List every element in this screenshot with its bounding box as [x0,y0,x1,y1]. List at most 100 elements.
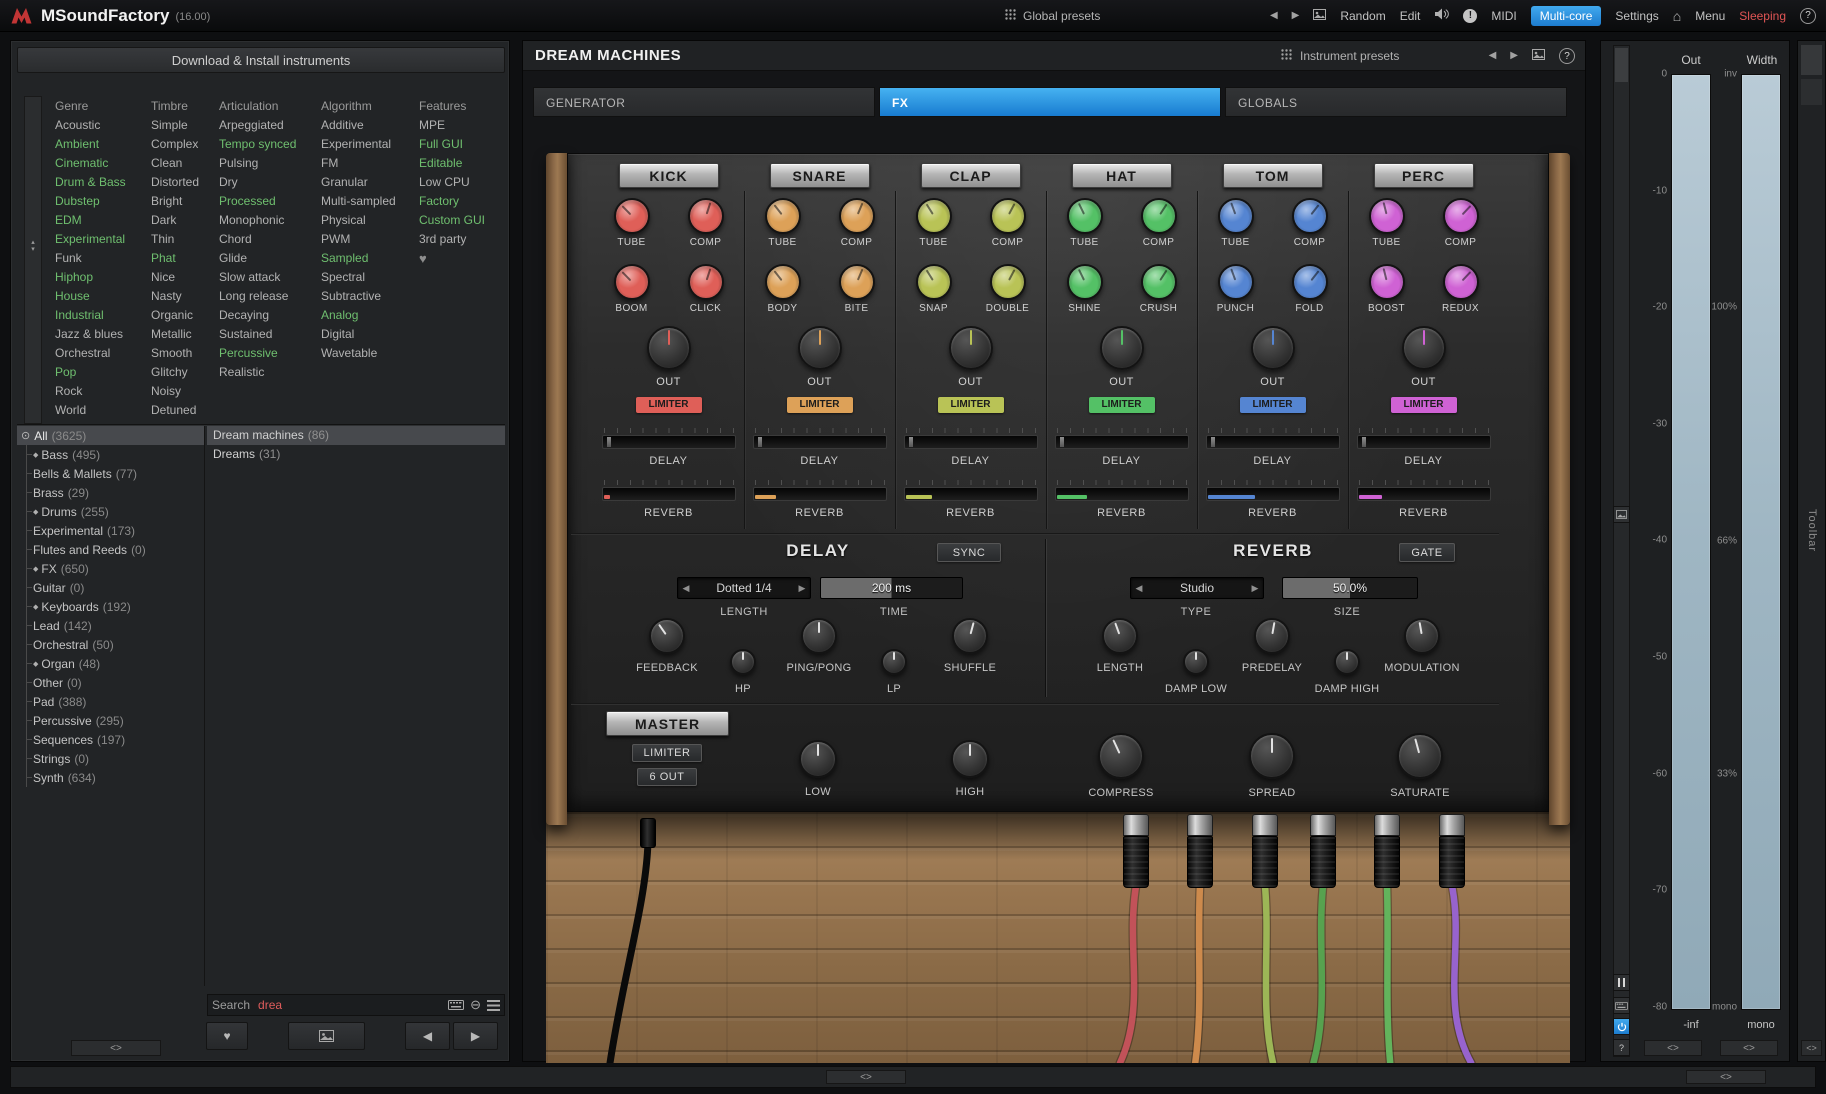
tag-detuned[interactable]: Detuned [151,401,215,420]
tree-item-keyboards[interactable]: ◆Keyboards(192) [17,597,205,616]
meter-resize-handle[interactable]: <> [1644,1040,1702,1056]
tree-item-orchestral[interactable]: Orchestral(50) [17,635,205,654]
reverb-send-slider[interactable] [1357,487,1491,501]
tag-edm[interactable]: EDM [55,211,147,230]
tree-item-percussive[interactable]: Percussive(295) [17,711,205,730]
tree-item-other[interactable]: Other(0) [17,673,205,692]
knob-tom-fold[interactable] [1292,264,1328,300]
tag-decaying[interactable]: Decaying [219,306,317,325]
tag-sampled[interactable]: Sampled [321,249,415,268]
help-icon[interactable]: ? [1613,1039,1630,1056]
knob-shuffle[interactable] [952,618,988,654]
tag-granular[interactable]: Granular [321,173,415,192]
tag-long-release[interactable]: Long release [219,287,317,306]
tag-percussive[interactable]: Percussive [219,344,317,363]
tag-acoustic[interactable]: Acoustic [55,116,147,135]
delay-send-slider[interactable] [1357,435,1491,449]
knob-kick-tube[interactable] [614,198,650,234]
reverb-type-selector[interactable]: ◀ Studio ▶ [1130,577,1264,599]
pause-icon[interactable] [1613,974,1630,991]
limiter-badge[interactable]: LIMITER [938,397,1004,413]
meter-resize-handle[interactable]: <> [1720,1040,1778,1056]
tag-distorted[interactable]: Distorted [151,173,215,192]
tag-organic[interactable]: Organic [151,306,215,325]
knob-kick-comp[interactable] [688,198,724,234]
tree-item-bass[interactable]: ◆Bass(495) [17,445,205,464]
tag-cinematic[interactable]: Cinematic [55,154,147,173]
limiter-badge[interactable]: LIMITER [1391,397,1457,413]
settings-button[interactable]: Settings [1615,9,1658,23]
random-button[interactable]: Random [1340,9,1385,23]
delay-length-selector[interactable]: ◀ Dotted 1/4 ▶ [677,577,811,599]
tree-item-strings[interactable]: Strings(0) [17,749,205,768]
tag-metallic[interactable]: Metallic [151,325,215,344]
prev-icon[interactable]: ◀ [678,583,694,594]
knob-ping-pong[interactable] [801,618,837,654]
edit-button[interactable]: Edit [1400,9,1421,23]
tag-house[interactable]: House [55,287,147,306]
delay-sync-button[interactable]: SYNC [937,543,1001,562]
limiter-badge[interactable]: LIMITER [636,397,702,413]
tree-item-bells-mallets[interactable]: Bells & Mallets(77) [17,464,205,483]
tag-experimental[interactable]: Experimental [321,135,415,154]
delay-send-slider[interactable] [904,435,1038,449]
tag-clean[interactable]: Clean [151,154,215,173]
knob-perc-redux[interactable] [1443,264,1479,300]
tag-orchestral[interactable]: Orchestral [55,344,147,363]
search-input[interactable]: drea [258,998,442,1012]
tag-processed[interactable]: Processed [219,192,317,211]
limiter-badge[interactable]: LIMITER [1240,397,1306,413]
screenshot-icon[interactable] [1613,506,1630,523]
knob-kick-out[interactable] [647,326,691,370]
tag-thin[interactable]: Thin [151,230,215,249]
home-icon[interactable]: ⌂ [1673,8,1681,24]
knob-feedback[interactable] [649,618,685,654]
knob-high[interactable] [951,740,989,778]
tag-3rd-party[interactable]: 3rd party [419,230,501,249]
tag-editable[interactable]: Editable [419,154,501,173]
screenshot-icon[interactable] [1313,9,1326,23]
knob-hp[interactable] [730,649,756,675]
knob-kick-boom[interactable] [614,264,650,300]
reverb-send-slider[interactable] [1206,487,1340,501]
keyboard-icon[interactable] [448,1000,464,1010]
tag-multi-sampled[interactable]: Multi-sampled [321,192,415,211]
search-field[interactable]: Search drea ⊖ [207,994,505,1016]
next-preset-button[interactable]: ▶ [453,1022,498,1050]
tag-custom-gui[interactable]: Custom GUI [419,211,501,230]
knob-spread[interactable] [1249,733,1295,779]
tree-item-lead[interactable]: Lead(142) [17,616,205,635]
reverb-send-slider[interactable] [1055,487,1189,501]
knob-predelay[interactable] [1254,618,1290,654]
tag-tempo-synced[interactable]: Tempo synced [219,135,317,154]
tag-nasty[interactable]: Nasty [151,287,215,306]
next-icon[interactable]: ▶ [794,583,810,594]
knob-hat-out[interactable] [1100,326,1144,370]
tree-item-brass[interactable]: Brass(29) [17,483,205,502]
knob-perc-tube[interactable] [1369,198,1405,234]
tag-hiphop[interactable]: Hiphop [55,268,147,287]
prev-icon[interactable]: ◀ [1131,583,1147,594]
help-icon[interactable]: ? [1800,8,1816,24]
tag-simple[interactable]: Simple [151,116,215,135]
knob-snare-comp[interactable] [839,198,875,234]
tag-spectral[interactable]: Spectral [321,268,415,287]
knob-compress[interactable] [1098,733,1144,779]
tag-experimental[interactable]: Experimental [55,230,147,249]
tag-additive[interactable]: Additive [321,116,415,135]
tag-wavetable[interactable]: Wavetable [321,344,415,363]
delay-time-value[interactable]: 200 ms [820,577,963,599]
knob-hat-comp[interactable] [1141,198,1177,234]
tag-smooth[interactable]: Smooth [151,344,215,363]
knob-hat-tube[interactable] [1067,198,1103,234]
tag-glitchy[interactable]: Glitchy [151,363,215,382]
preset-image-button[interactable] [288,1022,365,1050]
knob-damp-low[interactable] [1183,649,1209,675]
power-icon[interactable] [1613,1018,1630,1035]
knob-hat-crush[interactable] [1141,264,1177,300]
limiter-badge[interactable]: LIMITER [1089,397,1155,413]
favorites-heart-icon[interactable]: ♥ [419,249,501,268]
global-presets-button[interactable]: Global presets [1005,9,1100,23]
knob-saturate[interactable] [1397,733,1443,779]
tag-analog[interactable]: Analog [321,306,415,325]
